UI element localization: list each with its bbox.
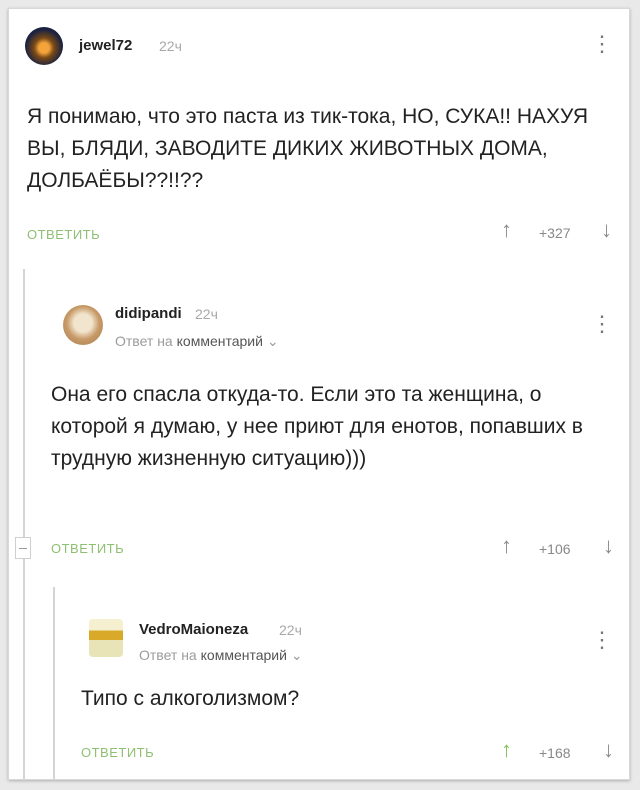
downvote-icon[interactable]: ↓ — [601, 219, 612, 241]
more-icon[interactable]: ⋮ — [591, 313, 613, 335]
comment-text: Типо с алкоголизмом? — [81, 687, 300, 710]
comment-vedromaioneza: VedroMaioneza 22ч Ответ на комментарий ⌄… — [53, 587, 629, 779]
reply-target[interactable]: комментарий — [201, 647, 287, 663]
upvote-icon[interactable]: ↑ — [501, 219, 512, 241]
upvote-icon[interactable]: ↑ — [501, 535, 512, 557]
avatar[interactable] — [89, 619, 123, 657]
reply-to-link[interactable]: Ответ на комментарий ⌄ — [139, 647, 303, 664]
comment-text: Она его спасла откуда-то. Если это та же… — [51, 383, 583, 470]
more-icon[interactable]: ⋮ — [591, 33, 613, 55]
timestamp: 22ч — [195, 306, 218, 322]
reply-prefix: Ответ на — [115, 333, 173, 349]
avatar[interactable] — [63, 305, 103, 345]
timestamp: 22ч — [279, 622, 302, 638]
reply-button[interactable]: ОТВЕТИТЬ — [27, 227, 100, 242]
comment-didipandi: didipandi 22ч Ответ на комментарий ⌄ ⋮ О… — [23, 269, 629, 559]
downvote-icon[interactable]: ↓ — [603, 535, 614, 557]
username[interactable]: jewel72 — [79, 37, 132, 54]
reply-button[interactable]: ОТВЕТИТЬ — [81, 745, 154, 760]
chevron-down-icon[interactable]: ⌄ — [291, 647, 303, 663]
reply-button[interactable]: ОТВЕТИТЬ — [51, 541, 124, 556]
score: +327 — [539, 225, 571, 241]
score: +168 — [539, 745, 571, 761]
reply-target[interactable]: комментарий — [177, 333, 263, 349]
comments-card: jewel72 22ч ⋮ Я понимаю, что это паста и… — [8, 8, 630, 780]
reply-to-link[interactable]: Ответ на комментарий ⌄ — [115, 333, 279, 350]
username[interactable]: didipandi — [115, 305, 182, 322]
avatar[interactable] — [25, 27, 63, 65]
score: +106 — [539, 541, 571, 557]
timestamp: 22ч — [159, 38, 182, 54]
comment-text: Я понимаю, что это паста из тик-тока, НО… — [27, 105, 589, 192]
downvote-icon[interactable]: ↓ — [603, 739, 614, 761]
upvote-icon-active[interactable]: ↑ — [501, 739, 512, 761]
username[interactable]: VedroMaioneza — [139, 621, 248, 638]
more-icon[interactable]: ⋮ — [591, 629, 613, 651]
reply-prefix: Ответ на — [139, 647, 197, 663]
chevron-down-icon[interactable]: ⌄ — [267, 333, 279, 349]
comment-jewel72: jewel72 22ч ⋮ Я понимаю, что это паста и… — [9, 9, 629, 269]
